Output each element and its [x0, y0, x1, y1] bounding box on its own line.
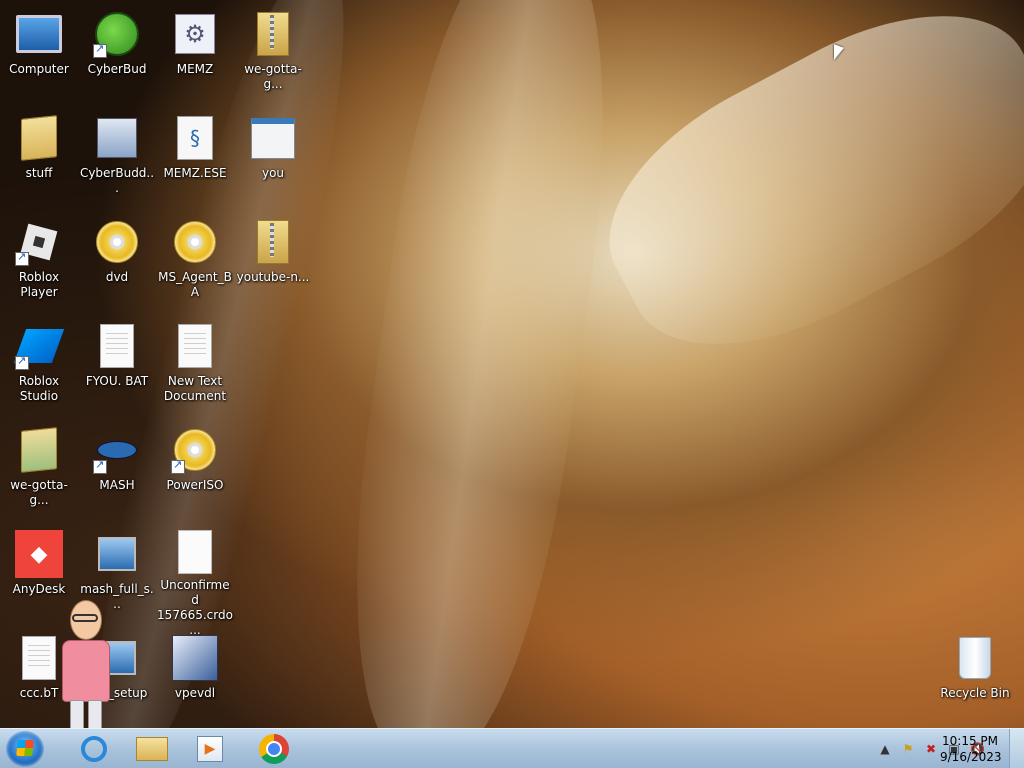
icon-label: MS_Agent_BA [158, 270, 232, 299]
batch-file-icon [100, 324, 134, 368]
clock-date: 9/16/2023 [940, 750, 1002, 764]
internet-explorer-icon [81, 736, 107, 762]
window-app-icon [251, 117, 295, 159]
cyberbuddy-installer-desktop-icon[interactable]: CyberBudd... [79, 108, 155, 204]
icon-label: New Text Document [163, 374, 227, 403]
icon-label: vpevdl [174, 686, 216, 700]
zip-folder-icon [257, 12, 289, 56]
folder-icon [21, 427, 57, 473]
icon-label: MEMZ.ESE [163, 166, 227, 180]
taskbar: ▶ ▲ ⚑ ✖ ▣ 🔇 10:15 PM 9/16/2023 [0, 728, 1024, 768]
we-gotta-zip-desktop-icon[interactable]: we-gotta-g... [235, 4, 311, 100]
start-button[interactable] [6, 731, 44, 767]
cyberbud-desktop-icon[interactable]: CyberBud [79, 4, 155, 100]
icon-label: Roblox Studio [18, 374, 60, 403]
ms-agent-desktop-icon[interactable]: MS_Agent_BA [157, 212, 233, 308]
action-center-flag-icon[interactable]: ⚑ [901, 742, 915, 756]
roblox-studio-desktop-icon[interactable]: Roblox Studio [1, 316, 77, 412]
network-error-icon[interactable]: ✖ [924, 742, 938, 756]
zip-folder-icon [257, 220, 289, 264]
show-hidden-icons-chevron-icon[interactable]: ▲ [878, 742, 892, 756]
taskbar-chrome-button[interactable] [246, 731, 302, 767]
disc-icon [174, 221, 216, 263]
windows-logo-icon [16, 740, 34, 756]
installer-shield-icon [172, 635, 218, 681]
folder-icon [21, 115, 57, 161]
memz-gear-icon: ⚙ [175, 14, 215, 54]
icon-label: AnyDesk [12, 582, 66, 596]
icon-label: CyberBud [87, 62, 147, 76]
shortcut-arrow-icon [171, 458, 185, 474]
stuff-folder-desktop-icon[interactable]: stuff [1, 108, 77, 204]
chrome-icon [259, 734, 289, 764]
batch-file-icon [22, 636, 56, 680]
dvd-desktop-icon[interactable]: dvd [79, 212, 155, 308]
text-document-icon [178, 324, 212, 368]
shortcut-arrow-icon [15, 250, 29, 266]
recycle-bin-desktop-icon[interactable]: Recycle Bin [937, 628, 1013, 724]
icon-label: FYOU. BAT [85, 374, 149, 388]
shortcut-arrow-icon [93, 42, 107, 58]
setup-computer-icon [98, 537, 136, 571]
installer-icon [97, 118, 137, 158]
script-file-icon: § [177, 116, 213, 160]
recycle-bin-icon [959, 637, 991, 679]
icon-label: stuff [25, 166, 53, 180]
fyou-bat-desktop-icon[interactable]: FYOU. BAT [79, 316, 155, 412]
taskbar-file-explorer-button[interactable] [124, 731, 180, 767]
we-gotta-folder-desktop-icon-2[interactable]: we-gotta-g... [1, 420, 77, 516]
taskbar-media-player-button[interactable]: ▶ [182, 731, 238, 767]
icon-label: CyberBudd... [79, 166, 155, 195]
mash-desktop-icon[interactable]: MASH [79, 420, 155, 516]
vpevdl-desktop-icon[interactable]: vpevdl [157, 628, 233, 724]
mouse-cursor-icon [834, 44, 844, 64]
memz-ese-desktop-icon[interactable]: § MEMZ.ESE [157, 108, 233, 204]
blank-file-icon [178, 530, 212, 574]
new-text-document-desktop-icon[interactable]: New Text Document [157, 316, 233, 412]
icon-label: Roblox Player [18, 270, 60, 299]
anydesk-icon: ◆ [15, 530, 63, 578]
shortcut-arrow-icon [93, 458, 107, 474]
taskbar-clock[interactable]: 10:15 PM 9/16/2023 [940, 733, 1002, 765]
icon-label: Computer [9, 62, 69, 76]
icon-label: MASH [99, 478, 135, 492]
youtube-zip-desktop-icon[interactable]: youtube-n... [235, 212, 311, 308]
icon-label: PowerISO [166, 478, 224, 492]
icon-label: we-gotta-g... [244, 62, 302, 91]
memz-desktop-icon[interactable]: ⚙ MEMZ [157, 4, 233, 100]
computer-icon [16, 15, 62, 53]
desktop-wallpaper[interactable]: Computer stuff Roblox Player Roblox Stud… [0, 0, 1024, 728]
taskbar-internet-explorer-button[interactable] [66, 731, 122, 767]
unconfirmed-download-desktop-icon[interactable]: Unconfirmed 157665.crdo... [157, 524, 233, 637]
disc-icon [96, 221, 138, 263]
roblox-player-desktop-icon[interactable]: Roblox Player [1, 212, 77, 308]
shortcut-arrow-icon [15, 354, 29, 370]
you-desktop-icon[interactable]: you [235, 108, 311, 204]
folder-icon [136, 737, 168, 761]
icon-label: Recycle Bin [940, 686, 1010, 700]
clock-time: 10:15 PM [942, 734, 998, 748]
icon-label: dvd [105, 270, 129, 284]
computer-desktop-icon[interactable]: Computer [1, 4, 77, 100]
poweriso-desktop-icon[interactable]: PowerISO [157, 420, 233, 516]
icon-label: you [261, 166, 285, 180]
icon-label: we-gotta-g... [10, 478, 68, 507]
ufo-icon [97, 441, 137, 459]
show-desktop-button[interactable] [1009, 729, 1024, 768]
icon-label: MEMZ [176, 62, 214, 76]
icon-label: youtube-n... [236, 270, 310, 284]
media-player-icon: ▶ [197, 736, 223, 762]
